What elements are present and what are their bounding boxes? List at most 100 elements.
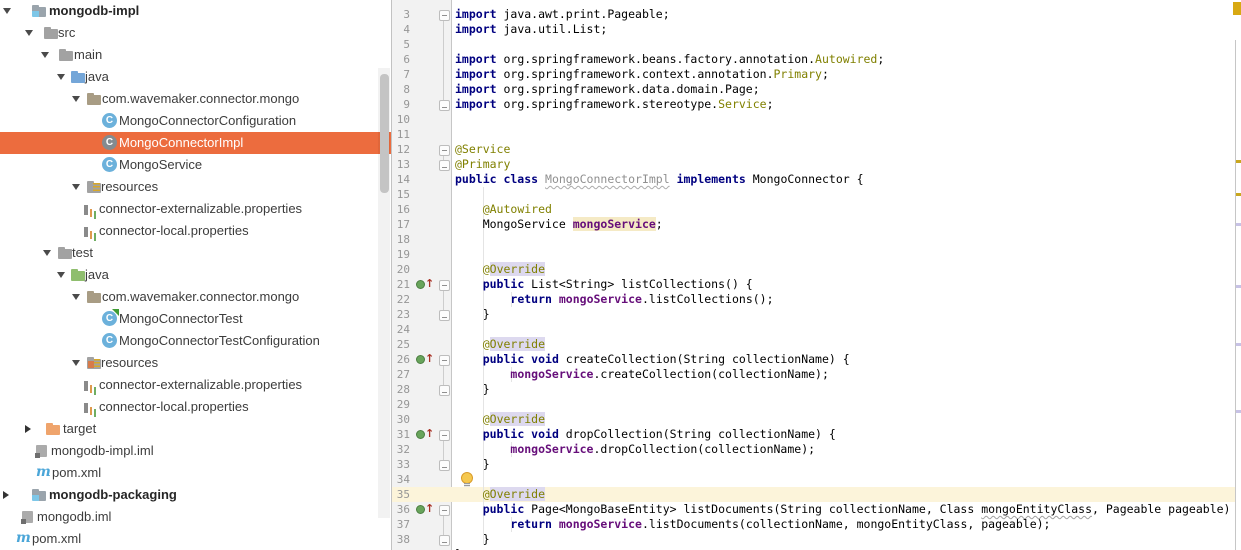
chevron-down-icon[interactable] [57,272,65,278]
line-number[interactable]: 7 [392,67,410,82]
fold-marker-icon[interactable] [439,430,450,441]
line-number[interactable]: 4 [392,22,410,37]
tree-item-mongoservice[interactable]: MongoService [0,154,391,176]
fold-marker-icon[interactable] [439,505,450,516]
code-line[interactable]: import java.awt.print.Pageable; [455,7,670,22]
line-number[interactable]: 30 [392,412,410,427]
fold-marker-icon[interactable] [439,385,450,396]
chevron-down-icon[interactable] [72,184,80,190]
code-line[interactable]: return mongoService.listCollections(); [455,292,774,307]
stripe-occurrence-mark[interactable] [1236,223,1241,226]
fold-marker-icon[interactable] [439,160,450,171]
line-number[interactable]: 10 [392,112,410,127]
line-number[interactable]: 29 [392,397,410,412]
warnings-indicator-icon[interactable] [1233,2,1241,15]
fold-marker-icon[interactable] [439,100,450,111]
code-line[interactable]: @Autowired [455,202,552,217]
code-line[interactable]: @Service [455,142,510,157]
chevron-right-icon[interactable] [3,491,9,499]
tree-item-connector-local-properties[interactable]: connector-local.properties [0,220,391,242]
code-line[interactable]: mongoService.dropCollection(collectionNa… [455,442,815,457]
line-number[interactable]: 13 [392,157,410,172]
line-number[interactable]: 11 [392,127,410,142]
code-line[interactable]: } [455,457,490,472]
code-line[interactable]: @Override [455,412,545,427]
line-number[interactable]: 22 [392,292,410,307]
tree-item-mongoconnectortest[interactable]: MongoConnectorTest [0,308,391,330]
line-number[interactable]: 32 [392,442,410,457]
code-line[interactable]: public class MongoConnectorImpl implemen… [455,172,864,187]
code-line[interactable]: import java.util.List; [455,22,607,37]
line-number[interactable]: 24 [392,322,410,337]
code-line[interactable]: } [455,382,490,397]
chevron-down-icon[interactable] [72,360,80,366]
line-number[interactable]: 18 [392,232,410,247]
fold-marker-icon[interactable] [439,280,450,291]
code-line[interactable]: } [455,307,490,322]
line-number[interactable]: 28 [392,382,410,397]
line-number[interactable]: 19 [392,247,410,262]
tree-item-com-wavemaker-connector-mongo[interactable]: com.wavemaker.connector.mongo [0,88,391,110]
tree-item-pom-xml[interactable]: pom.xml [0,462,391,484]
line-number[interactable]: 26 [392,352,410,367]
code-line[interactable]: MongoService mongoService; [455,217,663,232]
fold-marker-icon[interactable] [439,310,450,321]
tree-item-mongodb-packaging[interactable]: mongodb-packaging [0,484,391,506]
line-number[interactable]: 12 [392,142,410,157]
code-line[interactable]: return mongoService.listDocuments(collec… [455,517,1050,532]
fold-marker-icon[interactable] [439,535,450,546]
line-number[interactable]: 20 [392,262,410,277]
code-line[interactable]: @Override [455,262,545,277]
line-number[interactable]: 21 [392,277,410,292]
line-number[interactable]: 25 [392,337,410,352]
fold-marker-icon[interactable] [439,10,450,21]
code-line[interactable]: import org.springframework.data.domain.P… [455,82,760,97]
stripe-occurrence-mark[interactable] [1236,285,1241,288]
code-line[interactable]: @Primary [455,157,510,172]
tree-item-connector-externalizable-properties[interactable]: connector-externalizable.properties [0,198,391,220]
code-line[interactable]: import org.springframework.beans.factory… [455,52,884,67]
tree-item-java[interactable]: java [0,264,391,286]
line-number[interactable]: 33 [392,457,410,472]
line-number[interactable]: 15 [392,187,410,202]
line-number[interactable]: 6 [392,52,410,67]
line-number[interactable]: 35 [392,487,410,502]
tree-item-com-wavemaker-connector-mongo[interactable]: com.wavemaker.connector.mongo [0,286,391,308]
chevron-down-icon[interactable] [43,250,51,256]
tree-item-src[interactable]: src [0,22,391,44]
fold-marker-icon[interactable] [439,355,450,366]
project-tree-panel[interactable]: mongodb-implsrcmainjavacom.wavemaker.con… [0,0,392,550]
chevron-down-icon[interactable] [72,96,80,102]
code-line[interactable]: mongoService.createCollection(collection… [455,367,829,382]
line-number[interactable]: 3 [392,7,410,22]
code-line[interactable]: public void createCollection(String coll… [455,352,850,367]
error-stripe[interactable] [1235,0,1241,550]
tree-item-mongodb-impl[interactable]: mongodb-impl [0,0,391,22]
fold-marker-icon[interactable] [439,145,450,156]
code-line[interactable]: public Page<MongoBaseEntity> listDocumen… [455,502,1241,517]
code-line[interactable]: @Override [455,487,545,502]
intention-bulb-icon[interactable] [460,472,473,488]
tree-item-pom-xml[interactable]: pom.xml [0,528,391,550]
tree-item-resources[interactable]: resources [0,176,391,198]
line-number[interactable]: 36 [392,502,410,517]
tree-item-mongoconnectortestconfiguration[interactable]: MongoConnectorTestConfiguration [0,330,391,352]
line-number[interactable]: 8 [392,82,410,97]
line-number[interactable]: 5 [392,37,410,52]
tree-item-target[interactable]: target [0,418,391,440]
line-number[interactable]: 17 [392,217,410,232]
stripe-warning-mark[interactable] [1236,193,1241,196]
stripe-occurrence-mark[interactable] [1236,410,1241,413]
chevron-down-icon[interactable] [3,8,11,14]
tree-item-java[interactable]: java [0,66,391,88]
implements-method-icon[interactable] [416,279,432,289]
chevron-down-icon[interactable] [57,74,65,80]
tree-item-main[interactable]: main [0,44,391,66]
tree-item-test[interactable]: test [0,242,391,264]
code-editor[interactable]: 3 import java.awt.print.Pageable; 4 import … [392,0,1241,550]
tree-item-mongoconnectorconfiguration[interactable]: MongoConnectorConfiguration [0,110,391,132]
fold-marker-icon[interactable] [439,460,450,471]
tree-item-mongodb-impl-iml[interactable]: mongodb-impl.iml [0,440,391,462]
code-line[interactable]: public void dropCollection(String collec… [455,427,836,442]
implements-method-icon[interactable] [416,354,432,364]
